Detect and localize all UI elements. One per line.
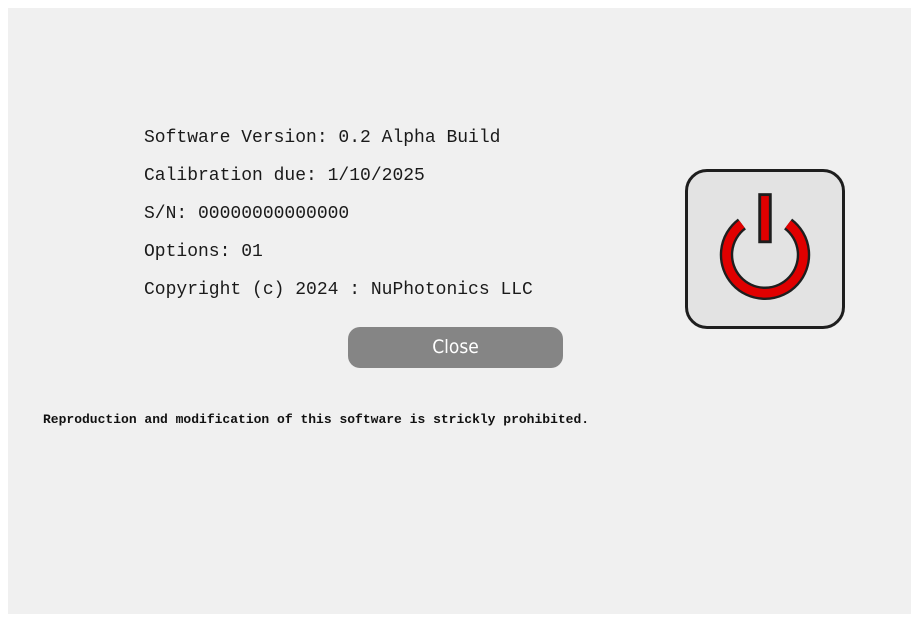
software-version-text: Software Version: 0.2 Alpha Build: [144, 128, 501, 148]
copyright-text: Copyright (c) 2024 : NuPhotonics LLC: [144, 280, 533, 300]
about-dialog: Software Version: 0.2 Alpha Build Calibr…: [8, 8, 911, 614]
calibration-due-text: Calibration due: 1/10/2025: [144, 166, 425, 186]
close-button[interactable]: Close: [348, 327, 563, 368]
power-icon: [719, 193, 811, 300]
serial-number-text: S/N: 00000000000000: [144, 204, 350, 224]
power-button[interactable]: [685, 169, 845, 329]
software-info: Software Version: 0.2 Alpha Build Calibr…: [144, 123, 533, 313]
options-text: Options: 01: [144, 242, 263, 262]
copyright-notice: Reproduction and modification of this so…: [43, 412, 590, 427]
